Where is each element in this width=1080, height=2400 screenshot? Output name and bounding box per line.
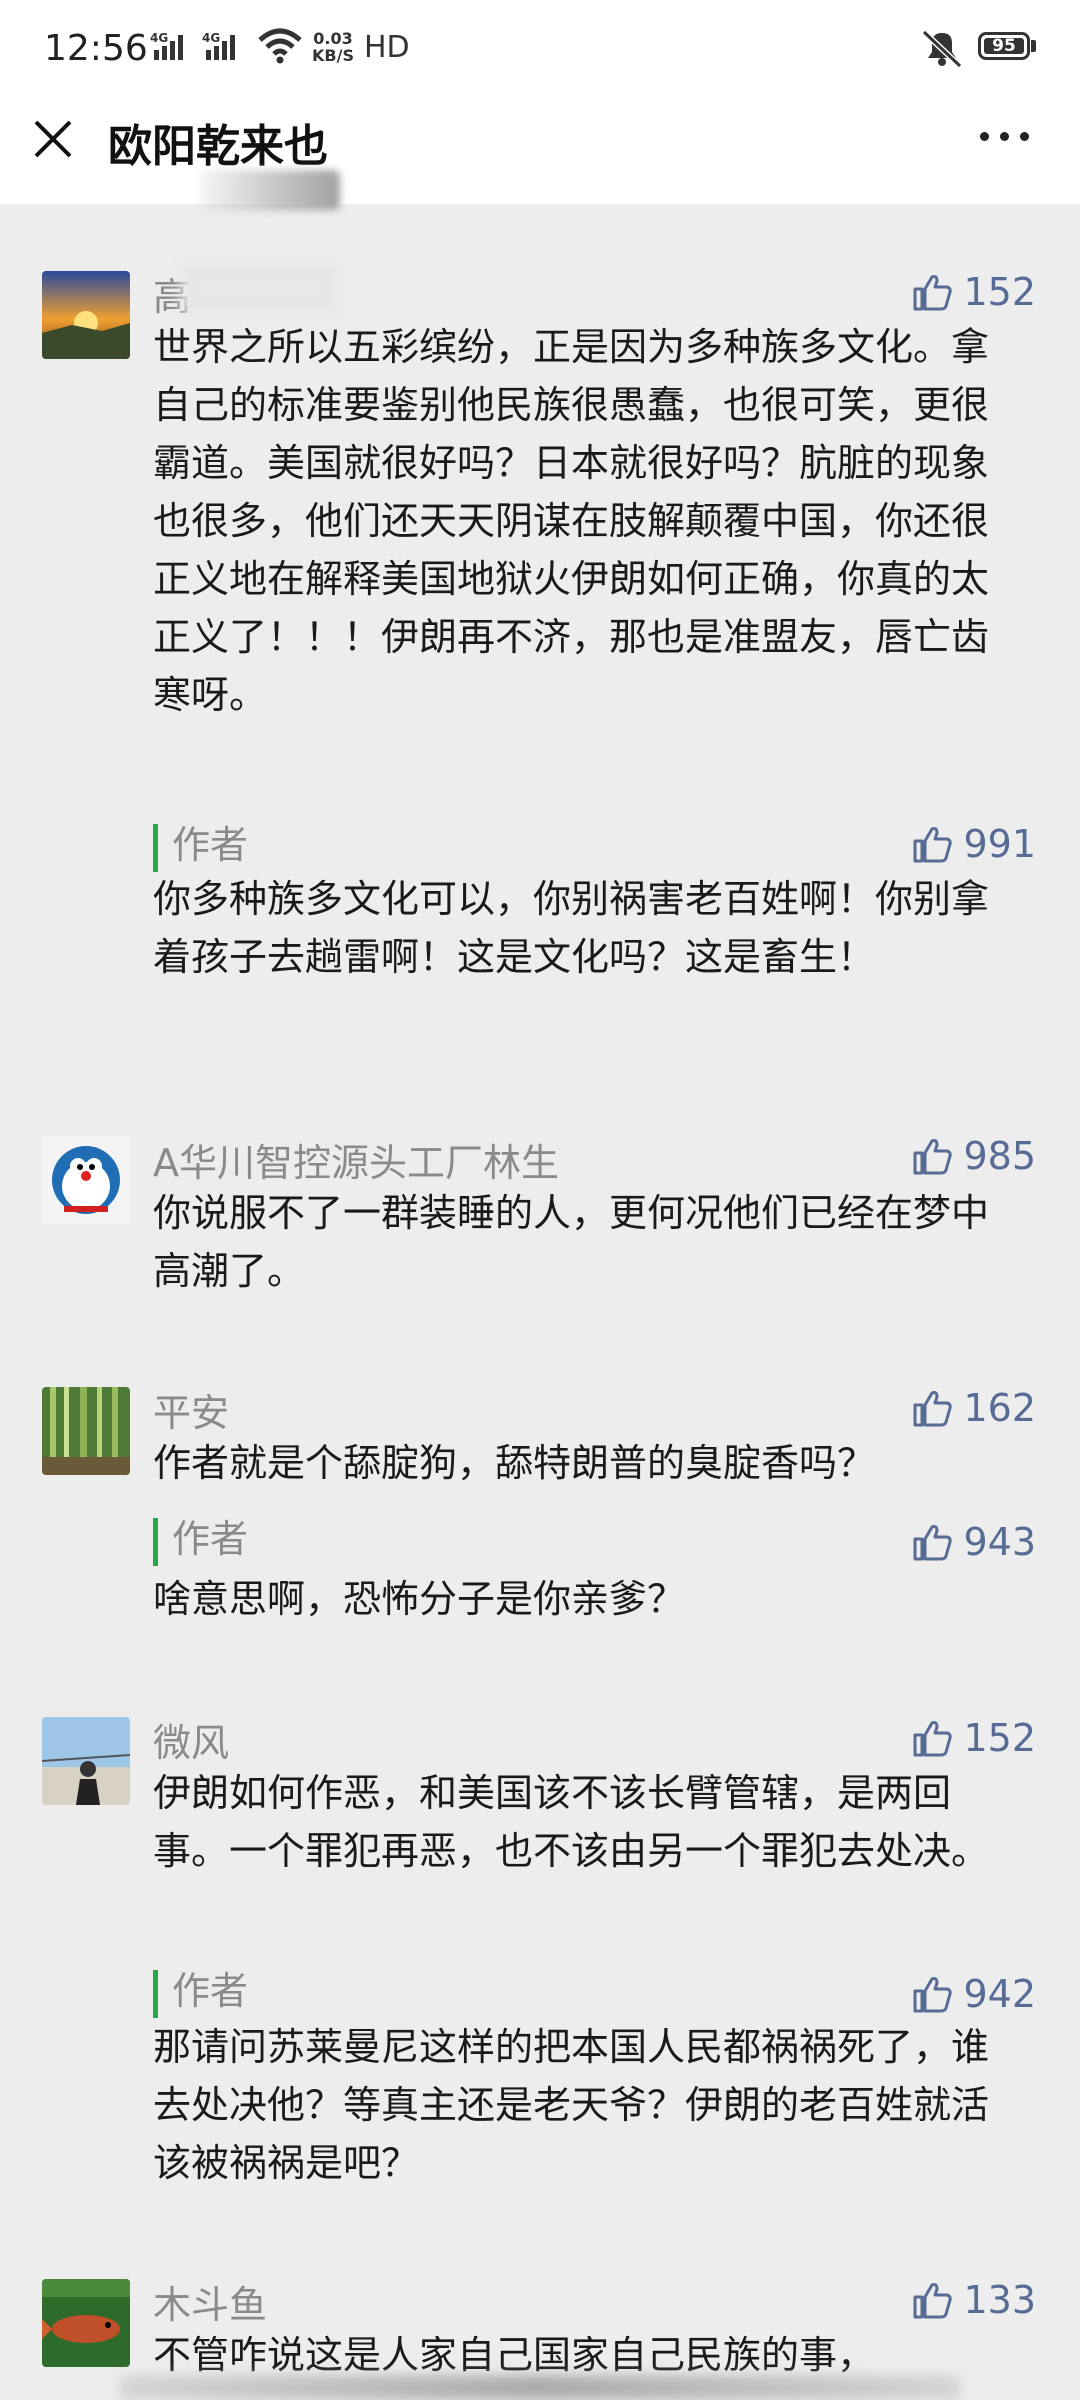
thumbs-up-icon — [913, 827, 953, 863]
like-count: 943 — [963, 1520, 1036, 1564]
thumbs-up-icon — [913, 2283, 953, 2319]
reply-text: 那请问苏莱曼尼这样的把本国人民都祸祸死了，谁去处决他？等真主还是老天爷？伊朗的老… — [153, 2025, 990, 2185]
thumbs-up-icon — [913, 1139, 953, 1175]
commenter-name: 木斗鱼 — [153, 2283, 268, 2327]
thumbs-up-icon — [913, 1525, 953, 1561]
hd-indicator: HD — [364, 30, 410, 65]
author-reply-tag: 作者 — [153, 824, 248, 872]
like-count: 152 — [963, 270, 1036, 314]
battery-icon: 95 — [978, 32, 1030, 60]
like-button[interactable]: 133 — [911, 2276, 1036, 2324]
reply-text: 你多种族多文化可以，你别祸害老百姓啊！你别拿着孩子去趟雷啊！这是文化吗？这是畜生… — [153, 877, 990, 979]
page-title: 欧阳乾来也 — [108, 121, 328, 172]
avatar[interactable] — [42, 1387, 130, 1475]
like-button[interactable]: 152 — [911, 268, 1036, 316]
battery-level: 95 — [992, 36, 1016, 56]
like-button[interactable]: 162 — [911, 1384, 1036, 1432]
comment-text: 你说服不了一群装睡的人，更何况他们已经在梦中高潮了。 — [153, 1191, 990, 1293]
status-time: 12:56 — [44, 28, 148, 69]
avatar[interactable] — [42, 2279, 130, 2367]
like-count: 985 — [963, 1134, 1036, 1178]
author-reply-tag: 作者 — [153, 1518, 248, 1566]
comment-text: 伊朗如何作恶，和美国该不该长臂管辖，是两回事。一个罪犯再恶，也不该由另一个罪犯去… — [153, 1771, 990, 1873]
like-button[interactable]: 991 — [911, 820, 1036, 868]
like-count: 152 — [963, 1716, 1036, 1760]
thumbs-up-icon — [913, 1391, 953, 1427]
comment-text: 世界之所以五彩缤纷，正是因为多种族多文化。拿自己的标准要鉴别他民族很愚蠢，也很可… — [153, 325, 990, 717]
like-count: 133 — [963, 2278, 1036, 2322]
avatar[interactable] — [42, 1136, 130, 1224]
commenter-name: 平安 — [153, 1391, 230, 1435]
like-button[interactable]: 152 — [911, 1714, 1036, 1762]
cellular-signal-icon: 4G 4G — [150, 30, 250, 67]
status-bar: 12:56 4G 4G 0.03 KB/S HD 95 — [0, 0, 1080, 100]
comment-list: 高 152 世界之所以五彩缤纷，正是因为多种族多文化。拿自己的标准要鉴别他民族很… — [0, 204, 1080, 2400]
thumbs-up-icon — [913, 275, 953, 311]
avatar[interactable] — [42, 271, 130, 359]
like-count: 162 — [963, 1386, 1036, 1430]
like-button[interactable]: 942 — [911, 1970, 1036, 2018]
wifi-icon — [258, 28, 302, 68]
redaction-blur — [120, 2375, 960, 2400]
like-button[interactable]: 943 — [911, 1518, 1036, 1566]
author-reply-tag: 作者 — [153, 1970, 248, 2018]
like-count: 991 — [963, 822, 1036, 866]
svg-text:4G: 4G — [202, 31, 220, 45]
thumbs-up-icon — [913, 1721, 953, 1757]
commenter-name: A华川智控源头工厂林生 — [153, 1141, 559, 1185]
redaction-blur — [180, 264, 340, 314]
more-dots-icon[interactable] — [980, 132, 1030, 146]
close-icon[interactable] — [32, 118, 74, 160]
network-speed: 0.03 KB/S — [312, 29, 354, 65]
reply-text: 啥意思啊，恐怖分子是你亲爹？ — [153, 1577, 686, 1621]
avatar[interactable] — [42, 1717, 130, 1805]
like-button[interactable]: 985 — [911, 1132, 1036, 1180]
thumbs-up-icon — [913, 1977, 953, 2013]
svg-text:4G: 4G — [150, 31, 168, 45]
commenter-name: 微风 — [153, 1721, 230, 1765]
mute-bell-icon — [920, 28, 964, 72]
comment-text: 作者就是个舔腚狗，舔特朗普的臭腚香吗？ — [153, 1441, 876, 1485]
like-count: 942 — [963, 1972, 1036, 2016]
